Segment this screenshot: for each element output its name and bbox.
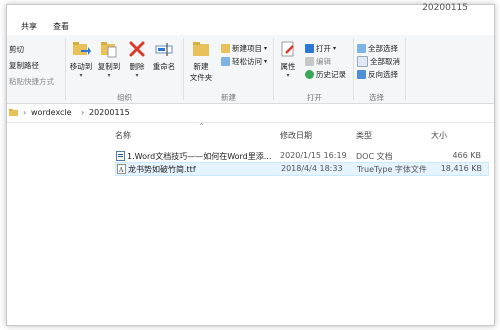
copy-to-button[interactable]: 复制到 ▾ <box>95 39 123 79</box>
file-name: 龙书势如破竹简.ttf <box>128 165 196 174</box>
tab-view[interactable]: 查看 <box>53 21 69 32</box>
move-to-button[interactable]: 移动到 ▾ <box>67 39 95 79</box>
history-icon <box>305 70 314 79</box>
file-row[interactable]: A 龙书势如破竹简.ttf 2018/4/4 18:33 TrueType 字体… <box>115 162 489 176</box>
easy-access-button[interactable]: 轻松访问 ▾ <box>221 56 267 67</box>
open-group-label: 打开 <box>307 93 322 102</box>
folder-icon <box>193 42 209 56</box>
new-item-label: 新建项目 <box>232 44 262 53</box>
move-to-icon <box>73 42 91 55</box>
title-bar: 20200115 <box>7 3 494 17</box>
window-title: 20200115 <box>422 3 468 13</box>
file-modified: 2018/4/4 18:33 <box>281 164 343 173</box>
new-item-button[interactable]: 新建项目 ▾ <box>221 43 267 54</box>
chevron-down-icon: ▾ <box>264 45 268 52</box>
column-size[interactable]: 大小 <box>431 130 447 141</box>
edit-label: 编辑 <box>316 57 331 66</box>
new-folder-button[interactable]: 新建 文件夹 <box>185 39 217 83</box>
history-label: 历史记录 <box>316 70 346 79</box>
breadcrumb-20200115[interactable]: 20200115 <box>89 108 130 117</box>
select-none-icon <box>357 56 368 67</box>
tab-share[interactable]: 共享 <box>21 21 37 32</box>
properties-button[interactable]: 属性 ▾ <box>275 39 301 79</box>
copy-path-label: 复制路径 <box>9 61 39 70</box>
chevron-down-icon: ▾ <box>135 72 139 79</box>
file-type: DOC 文档 <box>356 152 393 161</box>
open-button[interactable]: 打开 ▾ <box>305 43 336 54</box>
edit-icon <box>305 57 314 66</box>
ribbon-separator <box>273 38 274 100</box>
select-all-label: 全部选择 <box>368 44 398 53</box>
delete-icon <box>129 41 145 57</box>
move-to-label: 移动到 <box>69 62 93 71</box>
select-group-label: 选择 <box>369 93 384 102</box>
select-none-label: 全部取消 <box>370 57 400 66</box>
invert-selection-icon <box>357 70 366 79</box>
cut-button[interactable]: 剪切 <box>9 44 24 55</box>
chevron-down-icon: ▾ <box>107 72 111 79</box>
invert-selection-label: 反向选择 <box>368 70 398 79</box>
chevron-right-icon: › <box>23 108 27 117</box>
open-label: 打开 <box>316 44 331 53</box>
explorer-window: 20200115 共享 查看 剪切 复制路径 粘贴快捷方式 移动到 ▾ 复制到 … <box>6 3 495 326</box>
ribbon-separator <box>405 38 406 100</box>
select-all-icon <box>357 44 366 53</box>
word-doc-icon <box>116 151 125 161</box>
easy-access-icon <box>221 57 230 66</box>
rename-button[interactable]: 重命名 <box>151 39 177 72</box>
file-modified: 2020/1/15 16:19 <box>280 151 347 160</box>
folder-icon <box>9 108 18 117</box>
font-file-icon: A <box>117 164 126 174</box>
chevron-down-icon: ▾ <box>286 72 290 79</box>
ribbon-tabs: 共享 查看 <box>7 17 494 36</box>
organize-group-label: 组织 <box>117 93 132 102</box>
column-modified[interactable]: 修改日期 <box>280 130 312 141</box>
copy-path-button[interactable]: 复制路径 <box>9 60 39 71</box>
paste-shortcut-label: 粘贴快捷方式 <box>9 77 54 86</box>
rename-label: 重命名 <box>152 62 176 71</box>
column-type[interactable]: 类型 <box>356 130 372 141</box>
file-name: 1.Word文档技巧——如何在Word里添... <box>127 152 272 161</box>
file-row[interactable]: 1.Word文档技巧——如何在Word里添... 2020/1/15 16:19… <box>115 150 487 162</box>
new-group-label: 新建 <box>221 93 236 102</box>
address-bar[interactable]: › wordexcle › 20200115 <box>7 104 494 123</box>
ribbon: 剪切 复制路径 粘贴快捷方式 移动到 ▾ 复制到 ▾ 删除 ▾ 重命名 组织 新… <box>7 35 494 104</box>
nav-pane-edge <box>7 123 13 325</box>
ribbon-separator <box>65 38 66 100</box>
chevron-right-icon: › <box>81 108 85 117</box>
delete-button[interactable]: 删除 ▾ <box>125 39 149 79</box>
new-folder-label-2: 文件夹 <box>189 73 213 82</box>
properties-label: 属性 <box>280 62 296 71</box>
invert-selection-button[interactable]: 反向选择 <box>357 69 398 80</box>
copy-to-label: 复制到 <box>97 62 121 71</box>
chevron-down-icon: ▾ <box>333 45 337 52</box>
copy-to-icon <box>101 42 117 58</box>
file-size: 18,416 KB <box>440 164 482 173</box>
ribbon-separator <box>183 38 184 100</box>
paste-shortcut-button[interactable]: 粘贴快捷方式 <box>9 76 54 87</box>
breadcrumb-wordexcle[interactable]: wordexcle <box>31 108 72 117</box>
file-size: 466 KB <box>452 151 481 160</box>
edit-button[interactable]: 编辑 <box>305 56 331 67</box>
new-item-icon <box>221 44 230 53</box>
open-icon <box>305 44 314 53</box>
cut-label: 剪切 <box>9 45 24 54</box>
sort-arrow-icon: ^ <box>199 123 205 130</box>
file-type: TrueType 字体文件 <box>357 165 427 174</box>
ribbon-separator <box>353 38 354 100</box>
column-name[interactable]: 名称 <box>115 130 131 141</box>
chevron-down-icon: ▾ <box>264 58 268 65</box>
rename-icon <box>155 43 173 56</box>
svg-text:A: A <box>118 167 124 174</box>
new-folder-label-1: 新建 <box>193 62 209 71</box>
easy-access-label: 轻松访问 <box>232 57 262 66</box>
select-none-button[interactable]: 全部取消 <box>357 56 400 67</box>
history-button[interactable]: 历史记录 <box>305 69 346 80</box>
properties-icon <box>281 41 294 57</box>
delete-label: 删除 <box>129 62 145 71</box>
chevron-down-icon: ▾ <box>79 72 83 79</box>
select-all-button[interactable]: 全部选择 <box>357 43 398 54</box>
